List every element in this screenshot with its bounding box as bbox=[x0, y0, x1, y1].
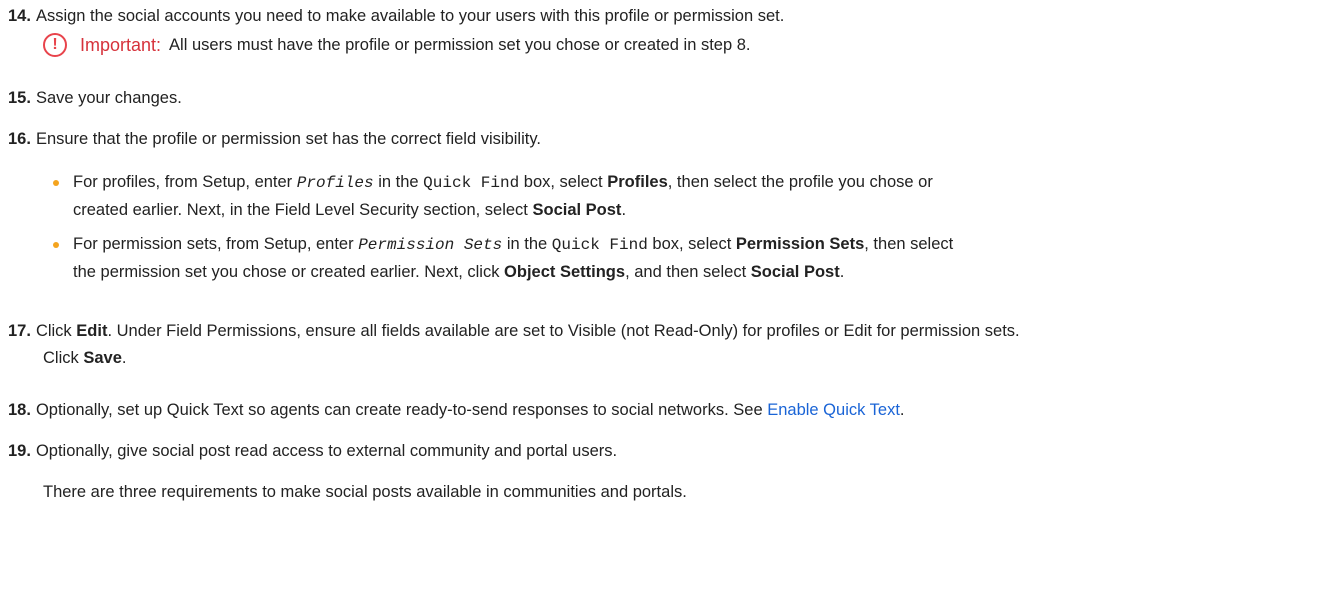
step-text: Save your changes. bbox=[35, 89, 182, 107]
bullet-line-1: For permission sets, from Setup, enter P… bbox=[73, 231, 1311, 259]
step-number: 17. bbox=[8, 322, 31, 340]
text-segment: box, select bbox=[523, 173, 603, 191]
bullet-line-2: the permission set you chose or created … bbox=[73, 259, 1311, 286]
document-page: 14. Assign the social accounts you need t… bbox=[0, 0, 1319, 596]
step-15: 15. Save your changes. bbox=[8, 85, 1311, 112]
enable-quick-text-link[interactable]: Enable Quick Text bbox=[767, 401, 900, 419]
text-segment: For permission sets, from Setup, enter bbox=[73, 235, 354, 253]
important-label: Important: bbox=[80, 34, 162, 55]
step-line-1: 17. Click Edit. Under Field Permissions, … bbox=[8, 318, 1311, 345]
bullet-profiles: For profiles, from Setup, enter Profiles… bbox=[53, 169, 1311, 224]
step-19: 19. Optionally, give social post read acc… bbox=[8, 438, 1311, 465]
code-quick-find: Quick Find bbox=[551, 236, 648, 254]
text-segment: , then select bbox=[864, 235, 954, 253]
step-17: 17. Click Edit. Under Field Permissions, … bbox=[8, 318, 1311, 372]
text-segment: . bbox=[121, 349, 127, 367]
text-segment: Click bbox=[43, 349, 79, 367]
step-16: 16. Ensure that the profile or permission… bbox=[8, 126, 1311, 153]
bullet-dot bbox=[53, 180, 59, 186]
code-permission-sets: Permission Sets bbox=[358, 236, 503, 254]
step-number: 15. bbox=[8, 89, 31, 107]
important-callout: ! Important: All users must have the pro… bbox=[43, 30, 751, 60]
step-14: 14. Assign the social accounts you need t… bbox=[8, 3, 1311, 30]
step-number: 14. bbox=[8, 7, 31, 25]
bold-object-settings: Object Settings bbox=[504, 263, 626, 281]
bullet-permission-sets: For permission sets, from Setup, enter P… bbox=[53, 231, 1311, 286]
bold-social-post: Social Post bbox=[532, 201, 622, 219]
bullet-line-2: created earlier. Next, in the Field Leve… bbox=[73, 197, 1311, 224]
bullet-dot bbox=[53, 242, 59, 248]
text-segment: , then select the profile you chose or bbox=[667, 173, 933, 191]
text-segment: . bbox=[839, 263, 845, 281]
step-number: 19. bbox=[8, 442, 31, 460]
step-line-2: Click Save. bbox=[43, 345, 1311, 372]
important-exclamation-icon: ! bbox=[43, 33, 67, 57]
text-segment: in the bbox=[378, 173, 419, 191]
bullet-line-1: For profiles, from Setup, enter Profiles… bbox=[73, 169, 1311, 197]
step-text: Optionally, give social post read access… bbox=[35, 442, 618, 460]
bold-social-post: Social Post bbox=[750, 263, 840, 281]
step-text: Ensure that the profile or permission se… bbox=[35, 130, 541, 148]
step-number: 16. bbox=[8, 130, 31, 148]
text-segment: box, select bbox=[652, 235, 732, 253]
text-segment: . Under Field Permissions, ensure all fi… bbox=[107, 322, 1020, 340]
code-profiles: Profiles bbox=[296, 174, 374, 192]
text-segment: , and then select bbox=[625, 263, 747, 281]
step-18: 18. Optionally, set up Quick Text so agen… bbox=[8, 397, 1311, 424]
step-19-subtext: There are three requirements to make soc… bbox=[43, 483, 687, 501]
code-quick-find: Quick Find bbox=[423, 174, 520, 192]
text-segment: created earlier. Next, in the Field Leve… bbox=[73, 201, 528, 219]
text-segment: For profiles, from Setup, enter bbox=[73, 173, 293, 191]
text-segment: Click bbox=[35, 322, 72, 340]
text-segment: the permission set you chose or created … bbox=[73, 263, 500, 281]
step-number: 18. bbox=[8, 401, 31, 419]
bold-edit: Edit bbox=[76, 322, 108, 340]
bold-save: Save bbox=[83, 349, 122, 367]
text-segment: . bbox=[621, 201, 627, 219]
text-segment: in the bbox=[506, 235, 548, 253]
bold-permission-sets: Permission Sets bbox=[735, 235, 865, 253]
step-text: Optionally, set up Quick Text so agents … bbox=[35, 401, 763, 419]
text-segment: . bbox=[899, 401, 905, 419]
bold-profiles: Profiles bbox=[607, 173, 668, 191]
step-text: Assign the social accounts you need to m… bbox=[35, 7, 785, 25]
important-text: All users must have the profile or permi… bbox=[169, 35, 751, 54]
